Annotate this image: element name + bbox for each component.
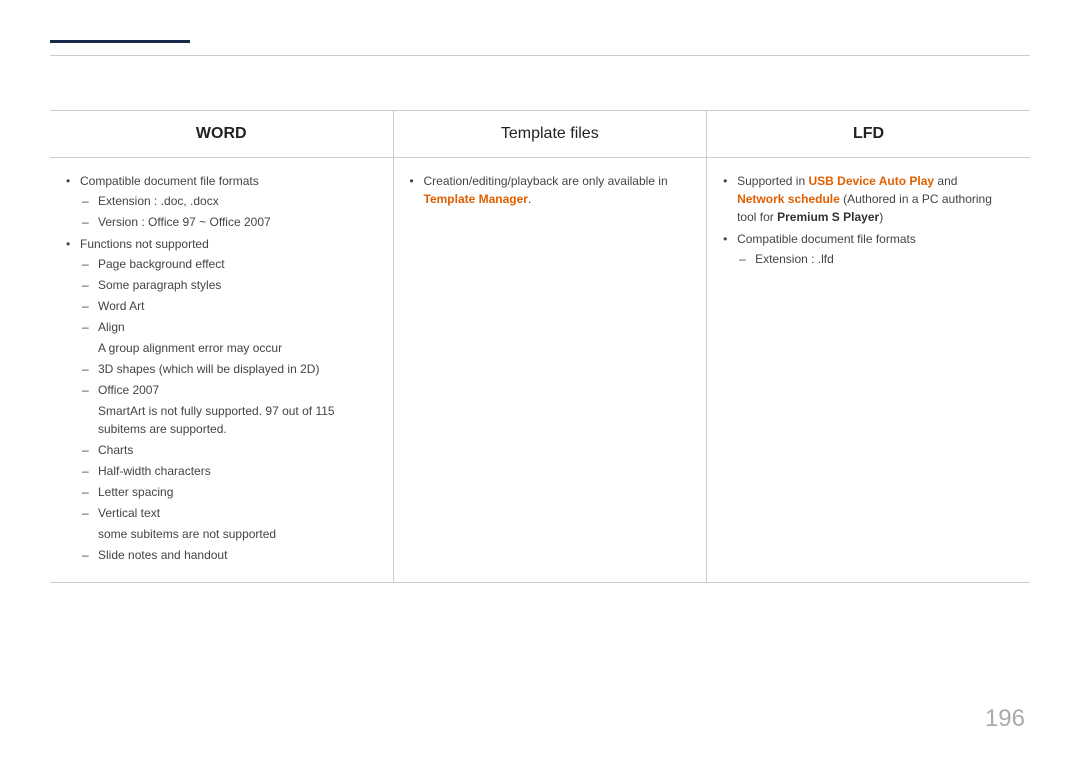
- template-manager-link: Template Manager: [424, 192, 528, 206]
- lfd-bullet-2: Compatible document file formats Extensi…: [723, 230, 1014, 268]
- office-indent: SmartArt is not fully supported. 97 out …: [80, 402, 377, 438]
- word-bullet-1: Compatible document file formats Extensi…: [66, 172, 377, 231]
- page-number: 196: [985, 705, 1025, 733]
- word-sub-3-1: 3D shapes (which will be displayed in 2D…: [80, 360, 377, 378]
- top-divider-line: [50, 55, 1030, 56]
- usb-device-auto-play: USB Device Auto Play: [808, 174, 934, 188]
- word-sub-4-4: Vertical text: [80, 504, 377, 522]
- main-table-wrapper: WORD Template files LFD: [50, 110, 1030, 583]
- template-cell: Creation/editing/playback are only avail…: [393, 158, 707, 583]
- top-accent-line: [50, 40, 190, 43]
- word-bullet-2: Functions not supported Page background …: [66, 235, 377, 564]
- lfd-sub-1-1: Extension : .lfd: [737, 250, 1014, 268]
- template-bullet-1: Creation/editing/playback are only avail…: [410, 172, 691, 208]
- vertical-indent: some subitems are not supported: [80, 525, 377, 543]
- word-sub-5-1: Slide notes and handout: [80, 546, 377, 564]
- column-header-template: Template files: [393, 111, 707, 158]
- word-sub-4-1: Charts: [80, 441, 377, 459]
- page-container: WORD Template files LFD: [0, 0, 1080, 763]
- premium-s-player: Premium S Player: [777, 210, 879, 224]
- word-cell: Compatible document file formats Extensi…: [50, 158, 393, 583]
- column-header-lfd: LFD: [707, 111, 1030, 158]
- column-header-word: WORD: [50, 111, 393, 158]
- network-schedule: Network schedule: [737, 192, 840, 206]
- word-sub-1-1: Extension : .doc, .docx: [80, 192, 377, 210]
- lfd-bullet-1: Supported in USB Device Auto Play and Ne…: [723, 172, 1014, 226]
- word-sub-2-3: Word Art: [80, 297, 377, 315]
- word-sub-2-1: Page background effect: [80, 255, 377, 273]
- word-sub-4-3: Letter spacing: [80, 483, 377, 501]
- word-sub-4-2: Half-width characters: [80, 462, 377, 480]
- word-sub-1-2: Version : Office 97 ~ Office 2007: [80, 213, 377, 231]
- word-sub-2-2: Some paragraph styles: [80, 276, 377, 294]
- lfd-cell: Supported in USB Device Auto Play and Ne…: [707, 158, 1030, 583]
- align-indent: A group alignment error may occur: [80, 339, 377, 357]
- word-sub-3-2: Office 2007: [80, 381, 377, 399]
- word-sub-2-4: Align: [80, 318, 377, 336]
- comparison-table: WORD Template files LFD: [50, 110, 1030, 583]
